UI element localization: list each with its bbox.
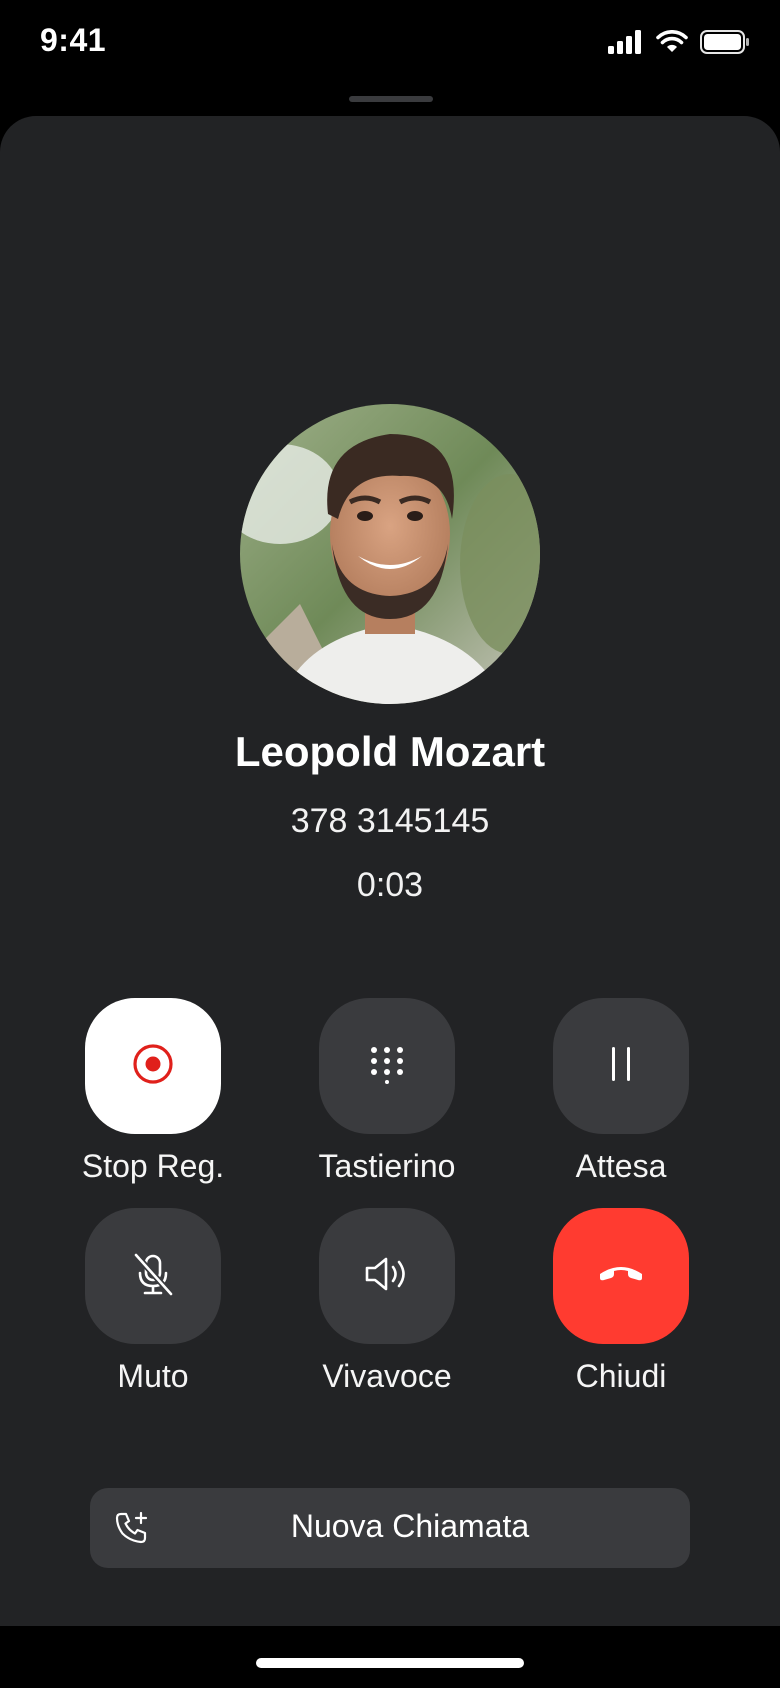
end-call-label: Chiudi bbox=[575, 1358, 667, 1394]
new-call-button[interactable]: Nuova Chiamata bbox=[90, 1488, 690, 1568]
call-duration: 0:03 bbox=[356, 866, 424, 904]
end-call-icon bbox=[597, 1262, 645, 1291]
speaker-icon bbox=[363, 1254, 411, 1299]
hold-label: Attesa bbox=[575, 1148, 667, 1184]
battery-icon bbox=[700, 30, 750, 59]
keypad-label: Tastierino bbox=[318, 1148, 456, 1184]
end-call-button[interactable] bbox=[553, 1208, 689, 1344]
home-indicator[interactable] bbox=[256, 1658, 524, 1668]
status-time: 9:41 bbox=[40, 22, 107, 58]
caller-name: Leopold Mozart bbox=[234, 728, 546, 775]
phone-screen: 9:41 Leopold Mozart 378 3145145 0:03 Sto… bbox=[0, 0, 780, 1688]
keypad-control: Tastierino bbox=[287, 998, 487, 1185]
caller-number: 378 3145145 bbox=[290, 802, 490, 840]
stop-recording-button[interactable] bbox=[85, 998, 221, 1134]
end-call-control: Chiudi bbox=[521, 1208, 721, 1395]
status-icons bbox=[608, 30, 750, 59]
hold-button[interactable] bbox=[553, 998, 689, 1134]
record-icon bbox=[131, 1042, 175, 1091]
wifi-icon bbox=[656, 30, 688, 59]
mute-button[interactable] bbox=[85, 1208, 221, 1344]
sheet-grabber[interactable] bbox=[349, 96, 433, 102]
stop-recording-label: Stop Reg. bbox=[81, 1148, 225, 1184]
speaker-label: Vivavoce bbox=[322, 1358, 452, 1394]
new-call-label: Nuova Chiamata bbox=[290, 1508, 530, 1544]
cellular-signal-icon bbox=[608, 30, 644, 59]
hold-control: Attesa bbox=[521, 998, 721, 1185]
speaker-control: Vivavoce bbox=[287, 1208, 487, 1395]
keypad-button[interactable] bbox=[319, 998, 455, 1134]
mute-label: Muto bbox=[117, 1358, 189, 1394]
mute-control: Muto bbox=[53, 1208, 253, 1395]
pause-icon bbox=[606, 1044, 636, 1089]
speaker-button[interactable] bbox=[319, 1208, 455, 1344]
caller-avatar bbox=[240, 404, 540, 704]
stop-recording-control: Stop Reg. bbox=[53, 998, 253, 1185]
status-bar: 9:41 bbox=[0, 0, 780, 90]
mic-off-icon bbox=[129, 1250, 177, 1303]
keypad-icon bbox=[367, 1044, 407, 1089]
